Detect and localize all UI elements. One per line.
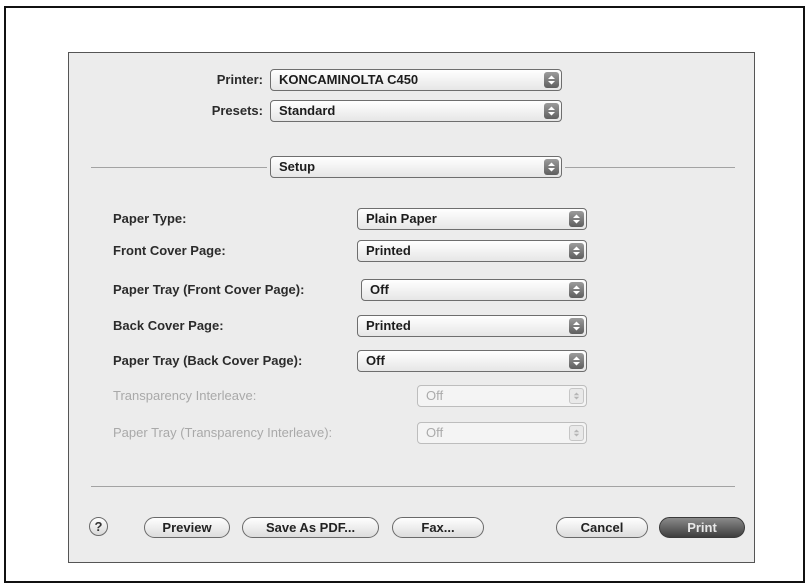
presets-value: Standard — [279, 103, 336, 118]
transparency-tray-value: Off — [426, 425, 444, 440]
preview-button[interactable]: Preview — [144, 517, 230, 538]
print-dialog: Printer: KONCAMINOLTA C450 Presets: Stan… — [68, 52, 755, 563]
presets-select[interactable]: Standard — [270, 100, 562, 122]
presets-label: Presets: — [211, 103, 263, 118]
paper-type-select[interactable]: Plain Paper — [357, 208, 587, 230]
setting-label-back-tray: Paper Tray (Back Cover Page): — [113, 353, 303, 368]
updown-chevron-icon — [569, 318, 584, 334]
setting-label-front-cover: Front Cover Page: — [113, 243, 226, 258]
setting-label-transparency-tray: Paper Tray (Transparency Interleave): — [113, 425, 333, 440]
panel-value: Setup — [279, 159, 316, 174]
printer-value: KONCAMINOLTA C450 — [279, 72, 419, 87]
back-tray-value: Off — [366, 353, 385, 368]
save-as-pdf-button[interactable]: Save As PDF... — [242, 517, 379, 538]
updown-chevron-icon — [544, 72, 559, 88]
front-tray-select[interactable]: Off — [361, 279, 587, 301]
transparency-tray-select[interactable]: Off — [417, 422, 587, 444]
updown-chevron-icon — [569, 282, 584, 298]
separator-bottom — [91, 486, 735, 487]
separator-left — [91, 167, 267, 168]
printer-label: Printer: — [216, 72, 263, 87]
setting-label-transparency: Transparency Interleave: — [113, 388, 257, 403]
updown-chevron-icon — [569, 425, 584, 441]
updown-chevron-icon — [569, 388, 584, 404]
fax-button[interactable]: Fax... — [392, 517, 484, 538]
back-cover-select[interactable]: Printed — [357, 315, 587, 337]
front-cover-select[interactable]: Printed — [357, 240, 587, 262]
print-button[interactable]: Print — [659, 517, 745, 538]
printer-select[interactable]: KONCAMINOLTA C450 — [270, 69, 562, 91]
updown-chevron-icon — [544, 159, 559, 175]
setting-label-front-tray: Paper Tray (Front Cover Page): — [113, 282, 305, 297]
question-mark-icon[interactable]: ? — [89, 517, 108, 536]
cancel-button[interactable]: Cancel — [556, 517, 648, 538]
front-tray-value: Off — [370, 282, 389, 297]
transparency-value: Off — [426, 388, 444, 403]
setting-label-paper-type: Paper Type: — [113, 211, 187, 226]
updown-chevron-icon — [544, 103, 559, 119]
setting-label-back-cover: Back Cover Page: — [113, 318, 224, 333]
transparency-select[interactable]: Off — [417, 385, 587, 407]
separator-right — [565, 167, 735, 168]
updown-chevron-icon — [569, 353, 584, 369]
panel-select[interactable]: Setup — [270, 156, 562, 178]
back-cover-value: Printed — [366, 318, 411, 333]
updown-chevron-icon — [569, 243, 584, 259]
updown-chevron-icon — [569, 211, 584, 227]
paper-type-value: Plain Paper — [366, 211, 437, 226]
back-tray-select[interactable]: Off — [357, 350, 587, 372]
figure-frame: Printer: KONCAMINOLTA C450 Presets: Stan… — [4, 6, 805, 583]
front-cover-value: Printed — [366, 243, 411, 258]
